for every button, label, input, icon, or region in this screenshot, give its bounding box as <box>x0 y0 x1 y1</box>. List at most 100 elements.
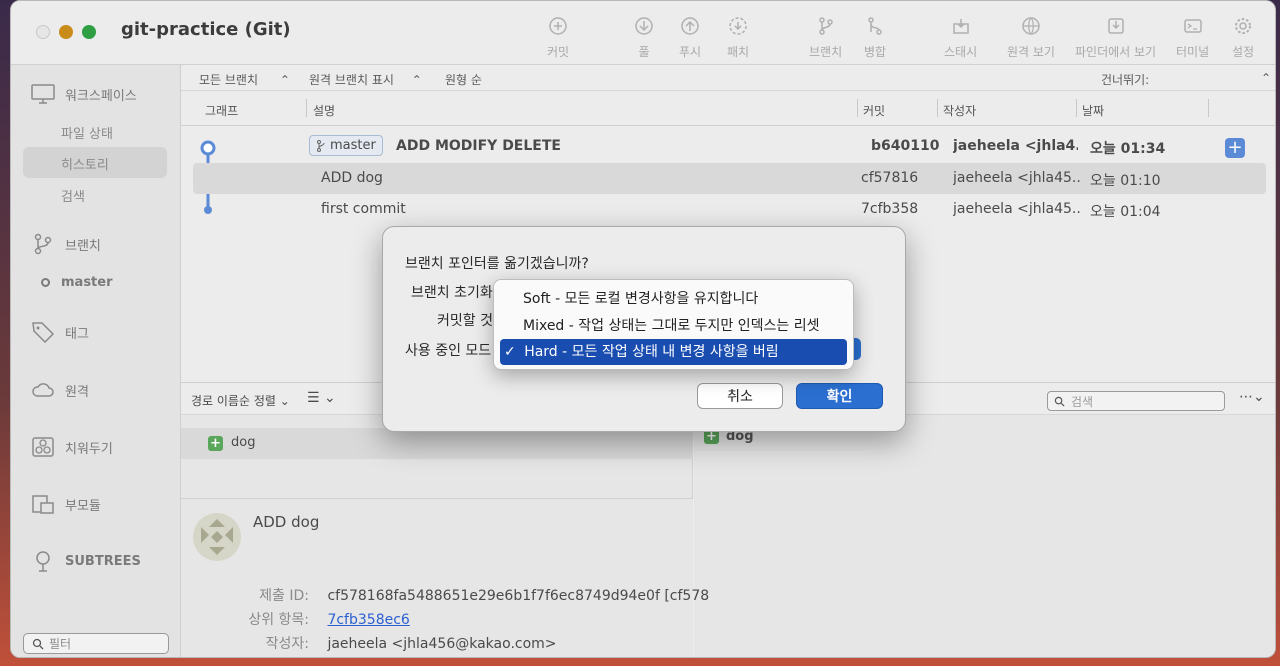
push-button[interactable]: 푸시 <box>679 15 701 60</box>
order-dropdown[interactable]: 원형 순 <box>445 71 482 88</box>
column-separator <box>306 99 307 117</box>
search-icon <box>32 638 44 649</box>
tag-icon <box>31 321 55 343</box>
commit-description: ADD dog <box>321 170 383 186</box>
column-date[interactable]: 날짜 <box>1082 102 1104 119</box>
table-row[interactable]: ADD dog cf57816 jaeheela <jhla45... 오늘 0… <box>193 163 1266 194</box>
sidebar-item-file-status[interactable]: 파일 상태 <box>61 123 113 142</box>
commit-id-value[interactable]: cf578168fa5488651e29e6b1f7f6ec8749d94e0f… <box>327 588 709 604</box>
remote-dropdown-label: 원격 브랜치 표시 <box>309 73 394 87</box>
sidebar-item-branches[interactable]: 브랜치 <box>31 233 101 255</box>
column-description[interactable]: 설명 <box>313 102 335 119</box>
skip-stepper[interactable]: ⌃ <box>1261 71 1271 85</box>
table-row[interactable]: first commit 7cfb358 jaeheela <jhla45...… <box>181 194 1275 225</box>
confirm-button[interactable]: 확인 <box>796 383 883 409</box>
history-column-header: 그래프 설명 커밋 작성자 날짜 <box>181 91 1275 126</box>
dialog-question: 브랜치 포인터를 옮기겠습니까? <box>405 256 589 272</box>
toolbar: git-practice (Git) 커밋 풀 푸시 패치 브랜치 병합 스태시 <box>11 1 1275 65</box>
parent-commit-link[interactable]: 7cfb358ec6 <box>327 612 409 628</box>
branches-dropdown-label: 모든 브랜치 <box>199 73 259 87</box>
column-author[interactable]: 작성자 <box>943 102 976 119</box>
sidebar-item-tags[interactable]: 태그 <box>31 321 89 343</box>
commit-author: jaeheela <jhla4... <box>953 138 1078 154</box>
monitor-icon <box>31 83 55 105</box>
commit-button[interactable]: 커밋 <box>547 15 569 60</box>
finder-icon <box>1105 15 1127 37</box>
updown-chevron-icon: ⌃ <box>411 73 422 87</box>
search-icon <box>1054 396 1065 407</box>
finder-label: 파인더에서 보기 <box>1075 45 1157 59</box>
branch-icon <box>317 139 325 152</box>
fetch-label: 패치 <box>727 45 750 59</box>
branches-dropdown[interactable]: 모든 브랜치 ⌃ <box>199 71 290 88</box>
commit-author: jaeheela <jhla45... <box>953 201 1081 217</box>
close-window-button[interactable] <box>36 25 50 39</box>
fetch-button[interactable]: 패치 <box>727 15 749 60</box>
diff-pane: + dog <box>694 415 1275 657</box>
updown-chevron-icon: ⌃ <box>279 73 290 87</box>
sidebar-item-label: 부모듈 <box>65 498 101 514</box>
gear-icon <box>1232 15 1254 37</box>
remote-branches-dropdown[interactable]: 원격 브랜치 표시 ⌃ <box>309 71 422 88</box>
branch-button[interactable]: 브랜치 <box>809 15 842 60</box>
list-item[interactable]: + dog <box>181 428 693 459</box>
submodule-icon <box>31 493 55 515</box>
sidebar-item-label: 원격 <box>65 384 89 400</box>
tree-icon <box>31 550 55 572</box>
cancel-button[interactable]: 취소 <box>697 383 783 409</box>
menu-item-hard[interactable]: ✓ Hard - 모든 작업 상태 내 변경 사항을 버림 <box>500 339 847 365</box>
author-row: 작성자: jaeheela <jhla456@kakao.com> <box>239 633 557 653</box>
sidebar-item-workspace[interactable]: 워크스페이스 <box>31 83 137 105</box>
terminal-button[interactable]: 터미널 <box>1176 15 1209 60</box>
stash-button[interactable]: 스태시 <box>944 15 977 60</box>
menu-item-mixed[interactable]: Mixed - 작업 상태는 그대로 두지만 인덱스는 리셋 <box>500 313 847 339</box>
commit-label: 커밋 <box>547 45 570 59</box>
sidebar-item-master[interactable]: master <box>41 275 113 290</box>
menu-item-soft[interactable]: Soft - 모든 로컬 변경사항을 유지합니다 <box>500 286 847 312</box>
sort-dropdown[interactable]: 경로 이름순 정렬 ⌄ <box>191 392 290 409</box>
filter-placeholder: 필터 <box>49 637 72 651</box>
show-in-finder-button[interactable]: 파인더에서 보기 <box>1075 15 1156 60</box>
sidebar-item-label: SUBTREES <box>65 553 141 569</box>
skip-label: 건너뛰기: <box>1101 73 1150 87</box>
sidebar-filter-input[interactable]: 필터 <box>23 633 169 654</box>
sidebar-item-remotes[interactable]: 원격 <box>31 379 89 401</box>
minimize-window-button[interactable] <box>59 25 73 39</box>
checkmark-icon: ✓ <box>504 344 516 360</box>
remote-label: 원격 보기 <box>1007 45 1055 59</box>
column-separator <box>937 99 938 117</box>
settings-button[interactable]: 설정 <box>1232 15 1254 60</box>
column-commit[interactable]: 커밋 <box>863 102 885 119</box>
pull-button[interactable]: 풀 <box>633 15 655 60</box>
pull-label: 풀 <box>638 45 650 59</box>
stash-label: 스태시 <box>944 45 978 59</box>
history-filter-bar: 모든 브랜치 ⌃ 원격 브랜치 표시 ⌃ 원형 순 건너뛰기: ⌃ <box>181 65 1275 91</box>
commit-date: 오늘 01:10 <box>1090 173 1161 189</box>
column-graph[interactable]: 그래프 <box>205 102 238 119</box>
commit-detail-pane: ADD dog 제출 ID: cf578168fa5488651e29e6b1f… <box>181 498 709 657</box>
column-separator <box>1208 99 1209 117</box>
list-view-menu-icon[interactable]: ☰ ⌄ <box>307 390 336 406</box>
added-file-icon: + <box>208 436 223 451</box>
file-search-input[interactable]: 검색 <box>1047 391 1225 411</box>
more-options-icon[interactable]: ⋯⌄ <box>1239 389 1265 405</box>
branch-tag: master <box>309 135 383 156</box>
merge-label: 병합 <box>864 45 887 59</box>
author-label: 작성자: <box>265 636 309 652</box>
table-row[interactable]: master ADD MODIFY DELETE b640110 jaeheel… <box>181 131 1275 162</box>
sidebar-item-submodules[interactable]: 부모듈 <box>31 493 101 515</box>
stash-icon <box>950 15 972 37</box>
sidebar-item-search[interactable]: 검색 <box>61 186 85 205</box>
commit-description: ADD MODIFY DELETE <box>396 138 561 154</box>
terminal-label: 터미널 <box>1176 45 1210 59</box>
sidebar-item-history[interactable]: 히스토리 <box>61 154 109 173</box>
maximize-window-button[interactable] <box>82 25 96 39</box>
add-button[interactable]: + <box>1225 138 1245 158</box>
sidebar-item-label: 브랜치 <box>65 238 101 254</box>
sidebar-item-subtrees[interactable]: SUBTREES <box>31 550 141 572</box>
commit-hash: 7cfb358 <box>861 201 919 217</box>
fetch-icon <box>727 15 749 37</box>
sidebar-item-stashes[interactable]: 치워두기 <box>31 436 113 458</box>
remote-button[interactable]: 원격 보기 <box>1007 15 1055 60</box>
merge-button[interactable]: 병합 <box>864 15 886 60</box>
